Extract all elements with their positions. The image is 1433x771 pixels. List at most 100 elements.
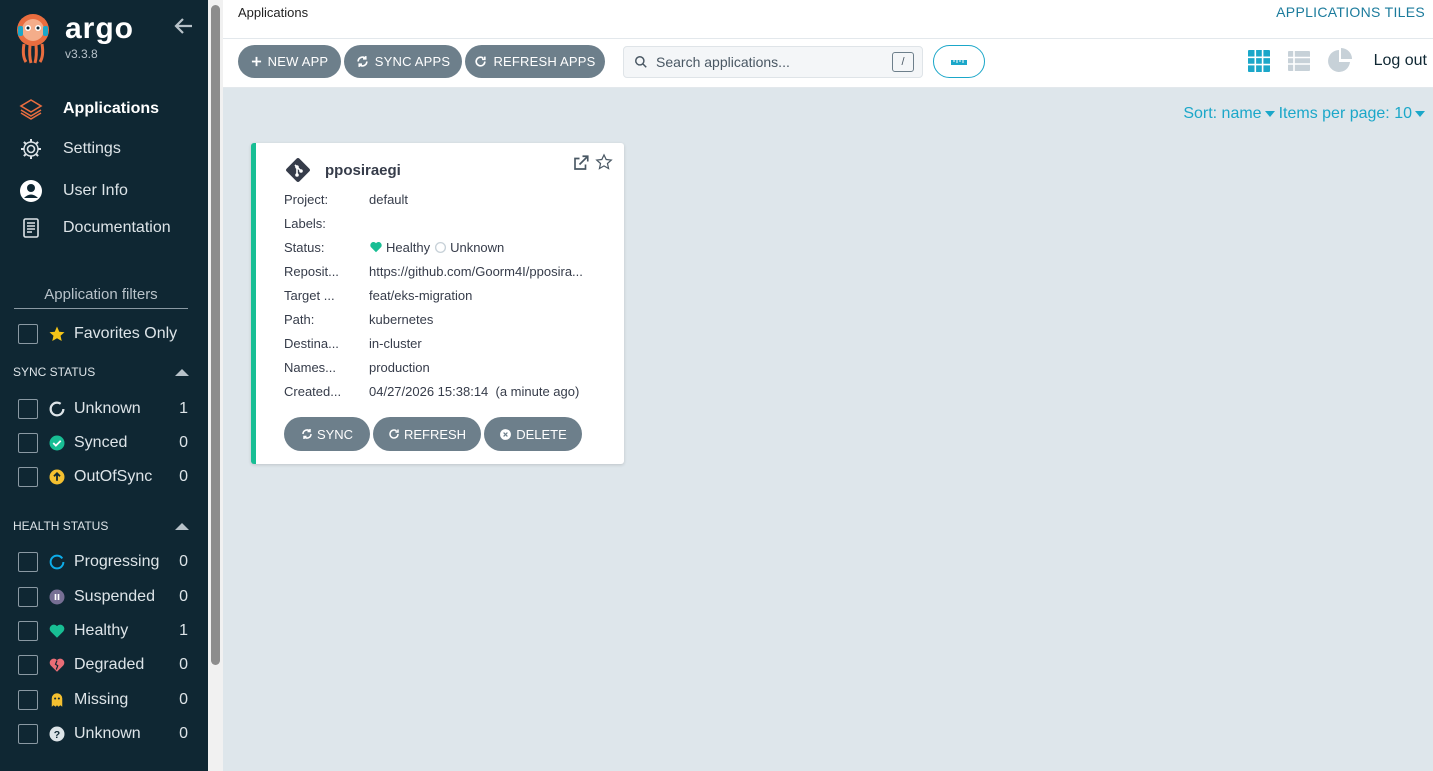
filter-health-unknown[interactable]: ? Unknown 0 <box>18 722 188 746</box>
checkbox[interactable] <box>18 655 38 675</box>
field-value: feat/eks-migration <box>369 287 473 303</box>
nav-label: Applications <box>63 100 160 117</box>
collapse-sidebar-icon[interactable] <box>172 14 196 38</box>
divider <box>223 38 1433 39</box>
summary-view-button[interactable] <box>1327 48 1353 74</box>
filter-label: Unknown <box>74 400 141 417</box>
filter-health-missing[interactable]: Missing 0 <box>18 688 188 712</box>
field-key: Status: <box>284 239 325 255</box>
checkbox[interactable] <box>18 467 38 487</box>
filter-count: 0 <box>179 468 188 485</box>
field-row: Labels: <box>284 214 614 232</box>
filter-count: 1 <box>179 400 188 417</box>
checkbox[interactable] <box>18 587 38 607</box>
items-per-page-dropdown[interactable]: Items per page: 10 <box>1279 105 1429 123</box>
delete-button[interactable]: DELETE <box>484 417 582 451</box>
button-label: SYNC <box>316 426 354 442</box>
new-app-button[interactable]: NEW APP <box>238 45 341 78</box>
search-shortcut-key: / <box>892 52 914 72</box>
tiles-view-button[interactable] <box>1246 48 1272 74</box>
search-input[interactable] <box>656 54 892 70</box>
logout-link[interactable]: Log out <box>1374 52 1427 70</box>
list-view-button[interactable] <box>1286 48 1312 74</box>
external-link-icon[interactable] <box>572 154 590 172</box>
nav-applications[interactable]: Applications <box>18 94 159 124</box>
field-row: Destina... in-cluster <box>284 334 614 352</box>
checkbox[interactable] <box>18 621 38 641</box>
nav-documentation[interactable]: Documentation <box>18 213 171 243</box>
app-name[interactable]: pposiraegi <box>325 162 401 179</box>
filter-count: 0 <box>179 434 188 451</box>
collapse-caret-icon[interactable] <box>175 522 189 530</box>
search-box[interactable]: / <box>623 46 923 78</box>
field-row: Path: kubernetes <box>284 310 614 328</box>
items-per-page-label: Items per page: 10 <box>1278 105 1412 122</box>
button-label: REFRESH APPS <box>493 54 596 69</box>
nav-user-info[interactable]: User Info <box>18 176 128 206</box>
times-circle-icon <box>500 428 512 440</box>
nav-label: Documentation <box>63 219 171 236</box>
field-row: Status: Healthy Unknown <box>284 238 614 256</box>
refresh-icon <box>475 56 487 67</box>
field-key: Labels: <box>284 215 326 231</box>
argo-logo <box>17 14 49 64</box>
top-bar: Applications APPLICATIONS TILES NEW APP … <box>223 0 1433 88</box>
health-status-header: HEALTH STATUS <box>13 519 189 533</box>
filter-sync-outofsync[interactable]: OutOfSync 0 <box>18 465 188 489</box>
filter-label: Missing <box>74 691 129 708</box>
checkbox[interactable] <box>18 399 38 419</box>
filter-label: Favorites Only <box>74 325 178 342</box>
field-value: https://github.com/Goorm4I/pposira... <box>369 263 583 279</box>
filter-label: Synced <box>74 434 128 451</box>
refresh-button[interactable]: REFRESH <box>373 417 481 451</box>
app-tile[interactable]: pposiraegi Project: default Labels: Stat… <box>251 143 624 464</box>
filter-count: 0 <box>179 553 188 570</box>
checkbox[interactable] <box>18 552 38 572</box>
sort-label: Sort: name <box>1183 105 1262 122</box>
filter-count: 0 <box>179 691 188 708</box>
arrow-up-circle-icon <box>48 468 66 486</box>
question-circle-icon: ? <box>48 725 66 743</box>
sidebar-scrollbar-thumb[interactable] <box>211 5 220 665</box>
spinner-icon <box>48 553 66 571</box>
filters-toggle-button[interactable] <box>933 45 985 78</box>
refresh-apps-button[interactable]: REFRESH APPS <box>465 45 605 78</box>
button-label: DELETE <box>516 426 567 442</box>
field-value: default <box>369 191 409 207</box>
book-icon <box>18 215 44 241</box>
checkbox[interactable] <box>18 690 38 710</box>
checkbox[interactable] <box>18 324 38 344</box>
sync-button[interactable]: SYNC <box>284 417 370 451</box>
filter-count: 0 <box>179 588 188 605</box>
collapse-caret-icon[interactable] <box>175 368 189 376</box>
check-circle-icon <box>48 434 66 452</box>
nav-label: Settings <box>63 140 121 157</box>
filter-health-progressing[interactable]: Progressing 0 <box>18 550 188 574</box>
nav-settings[interactable]: Settings <box>18 134 121 164</box>
field-value: production <box>369 359 430 375</box>
filter-label: Unknown <box>74 725 141 742</box>
filter-label: Suspended <box>74 588 155 605</box>
filter-health-degraded[interactable]: Degraded 0 <box>18 653 188 677</box>
checkbox[interactable] <box>18 724 38 744</box>
sort-dropdown[interactable]: Sort: name <box>1183 105 1278 123</box>
sync-apps-button[interactable]: SYNC APPS <box>344 45 462 78</box>
filter-favorites[interactable]: Favorites Only <box>18 322 188 346</box>
field-key: Names... <box>284 359 337 375</box>
filter-label: Progressing <box>74 553 160 570</box>
checkbox[interactable] <box>18 433 38 453</box>
nav-label: User Info <box>63 182 128 199</box>
filter-sync-synced[interactable]: Synced 0 <box>18 431 188 455</box>
field-key: Destina... <box>284 335 339 351</box>
sync-status: Unknown <box>450 239 505 255</box>
plus-icon <box>251 56 261 67</box>
breadcrumb[interactable]: Applications <box>238 5 308 20</box>
filter-health-suspended[interactable]: Suspended 0 <box>18 585 188 609</box>
filter-health-healthy[interactable]: Healthy 1 <box>18 619 188 643</box>
filter-sync-unknown[interactable]: Unknown 1 <box>18 397 188 421</box>
sort-controls: Sort: name Items per page: 10 <box>1183 105 1429 123</box>
pie-chart-icon <box>1328 48 1352 72</box>
star-icon[interactable] <box>595 153 613 171</box>
caret-down-icon <box>1264 111 1275 117</box>
circle-notch-icon <box>48 400 66 418</box>
